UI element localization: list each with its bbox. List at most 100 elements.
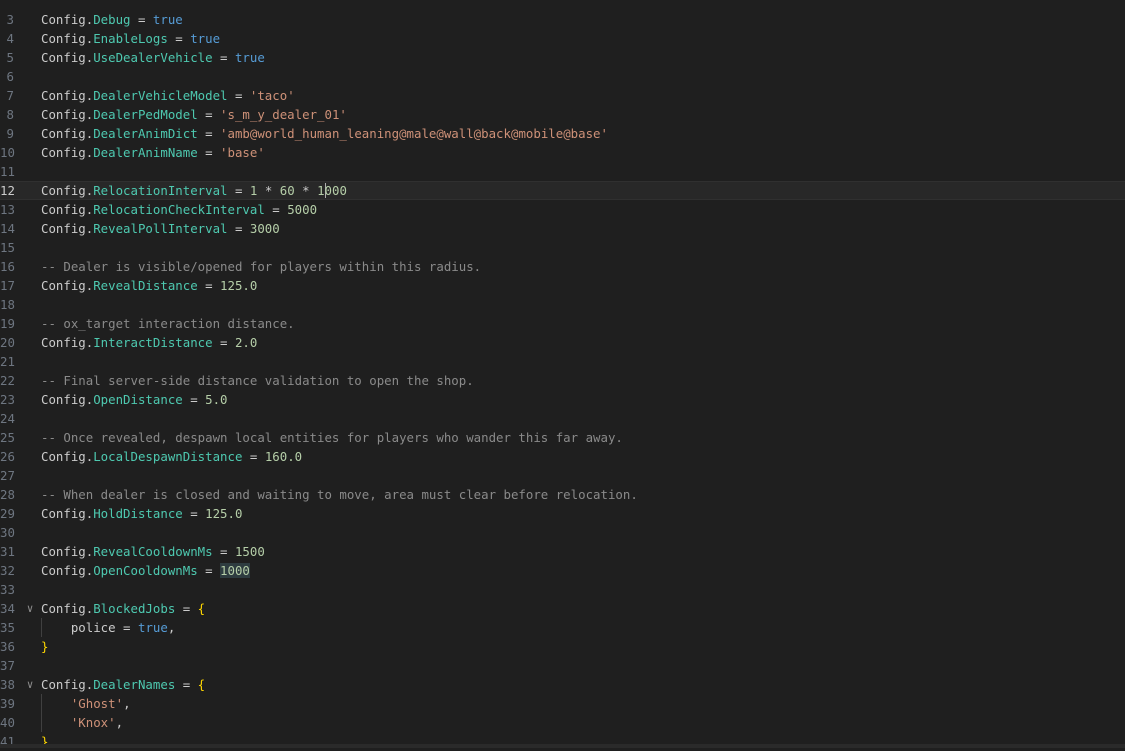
code-line[interactable]: 11 bbox=[0, 162, 1125, 181]
code-line[interactable]: 32 Config.OpenCooldownMs = 1000 bbox=[0, 561, 1125, 580]
code-line[interactable]: 15 bbox=[0, 238, 1125, 257]
code-token: Config. bbox=[41, 677, 94, 692]
code-token: InteractDistance bbox=[93, 335, 213, 350]
code-token: -- Final server-side distance validation… bbox=[41, 373, 474, 388]
code-line[interactable]: 4 Config.EnableLogs = true bbox=[0, 29, 1125, 48]
code-token: Config. bbox=[41, 183, 94, 198]
code-text: Config.RelocationCheckInterval = 5000 bbox=[41, 200, 317, 219]
line-number: 12 bbox=[0, 183, 15, 198]
code-line[interactable]: 3 Config.Debug = true bbox=[0, 10, 1125, 29]
code-token: = bbox=[167, 31, 191, 46]
code-token: Config. bbox=[41, 31, 94, 46]
code-line[interactable]: 28 -- When dealer is closed and waiting t… bbox=[0, 485, 1125, 504]
code-text: Config.LocalDespawnDistance = 160.0 bbox=[41, 447, 302, 466]
line-number: 11 bbox=[0, 164, 15, 179]
line-number: 37 bbox=[0, 658, 15, 673]
code-line[interactable]: 12 Config.RelocationInterval = 1 * 60 * 1… bbox=[0, 181, 1125, 200]
code-line[interactable]: 35 police = true, bbox=[0, 618, 1125, 637]
code-text: Config.InteractDistance = 2.0 bbox=[41, 333, 257, 352]
code-line[interactable]: 13 Config.RelocationCheckInterval = 5000 bbox=[0, 200, 1125, 219]
code-token: EnableLogs bbox=[93, 31, 168, 46]
code-token: , bbox=[115, 715, 124, 730]
code-token: RevealDistance bbox=[93, 278, 198, 293]
line-number: 21 bbox=[0, 354, 15, 369]
code-token: OpenCooldownMs bbox=[93, 563, 198, 578]
code-line[interactable]: 24 bbox=[0, 409, 1125, 428]
code-line[interactable]: 10 Config.DealerAnimName = 'base' bbox=[0, 143, 1125, 162]
line-number: 14 bbox=[0, 221, 15, 236]
code-line[interactable]: 7 Config.DealerVehicleModel = 'taco' bbox=[0, 86, 1125, 105]
code-line[interactable]: 21 bbox=[0, 352, 1125, 371]
code-token: * bbox=[294, 183, 318, 198]
code-token: 'base' bbox=[220, 145, 265, 160]
code-line[interactable]: 20 Config.InteractDistance = 2.0 bbox=[0, 333, 1125, 352]
code-text: Config.RevealDistance = 125.0 bbox=[41, 276, 257, 295]
code-line[interactable]: 41} bbox=[0, 732, 1125, 751]
code-text: -- Dealer is visible/opened for players … bbox=[41, 257, 481, 276]
code-line[interactable]: 25 -- Once revealed, despawn local entiti… bbox=[0, 428, 1125, 447]
code-token: Config. bbox=[41, 335, 94, 350]
code-token: Config. bbox=[41, 392, 94, 407]
code-token: DealerAnimDict bbox=[93, 126, 198, 141]
code-token: DealerPedModel bbox=[93, 107, 198, 122]
code-text: Config.DealerNames = { bbox=[41, 675, 205, 694]
code-token: BlockedJobs bbox=[93, 601, 176, 616]
code-line[interactable]: 39 'Ghost', bbox=[0, 694, 1125, 713]
horizontal-scrollbar[interactable] bbox=[0, 744, 1125, 748]
code-line[interactable]: 6 bbox=[0, 67, 1125, 86]
fold-chevron-icon[interactable]: ∨ bbox=[24, 675, 36, 694]
code-line[interactable]: 31 Config.RevealCooldownMs = 1500 bbox=[0, 542, 1125, 561]
code-token: 160.0 bbox=[264, 449, 303, 464]
code-line[interactable]: 23 Config.OpenDistance = 5.0 bbox=[0, 390, 1125, 409]
code-token: -- When dealer is closed and waiting to … bbox=[41, 487, 638, 502]
code-line[interactable]: 14 Config.RevealPollInterval = 3000 bbox=[0, 219, 1125, 238]
code-line[interactable]: 30 bbox=[0, 523, 1125, 542]
code-token: = bbox=[130, 12, 153, 27]
line-number: 23 bbox=[0, 392, 15, 407]
code-line[interactable]: 5 Config.UseDealerVehicle = true bbox=[0, 48, 1125, 67]
code-token: = bbox=[242, 449, 265, 464]
code-line[interactable]: 33 bbox=[0, 580, 1125, 599]
code-line[interactable]: 26 Config.LocalDespawnDistance = 160.0 bbox=[0, 447, 1125, 466]
code-line[interactable]: 19 -- ox_target interaction distance. bbox=[0, 314, 1125, 333]
code-line[interactable]: 27 bbox=[0, 466, 1125, 485]
line-number: 22 bbox=[0, 373, 15, 388]
code-line[interactable]: 36} bbox=[0, 637, 1125, 656]
code-token: UseDealerVehicle bbox=[93, 50, 213, 65]
line-number: 5 bbox=[6, 50, 14, 65]
line-number: 34 bbox=[0, 601, 15, 616]
code-token: Config. bbox=[41, 145, 94, 160]
code-line[interactable]: 37 bbox=[0, 656, 1125, 675]
code-line[interactable]: 8 Config.DealerPedModel = 's_m_y_dealer_0… bbox=[0, 105, 1125, 124]
code-token: -- ox_target interaction distance. bbox=[41, 316, 295, 331]
code-line[interactable]: 40 'Knox', bbox=[0, 713, 1125, 732]
code-token: Config. bbox=[41, 221, 94, 236]
code-text: Config.Debug = true bbox=[41, 10, 183, 29]
code-line[interactable]: 17 Config.RevealDistance = 125.0 bbox=[0, 276, 1125, 295]
code-token: 125.0 bbox=[205, 506, 243, 521]
code-token: = bbox=[182, 506, 206, 521]
line-number: 36 bbox=[0, 639, 15, 654]
code-line[interactable]: 38 ∨ Config.DealerNames = { bbox=[0, 675, 1125, 694]
code-line[interactable]: 29 Config.HoldDistance = 125.0 bbox=[0, 504, 1125, 523]
code-token: Config. bbox=[41, 601, 94, 616]
line-number: 40 bbox=[0, 715, 15, 730]
code-token: = bbox=[197, 107, 221, 122]
code-line[interactable]: 16 -- Dealer is visible/opened for player… bbox=[0, 257, 1125, 276]
code-line[interactable]: 9 Config.DealerAnimDict = 'amb@world_huma… bbox=[0, 124, 1125, 143]
code-line[interactable]: 18 bbox=[0, 295, 1125, 314]
line-number: 25 bbox=[0, 430, 15, 445]
code-line[interactable]: 34 ∨ Config.BlockedJobs = { bbox=[0, 599, 1125, 618]
code-token: = bbox=[197, 126, 221, 141]
code-token: 's_m_y_dealer_01' bbox=[220, 107, 347, 122]
code-token: DealerAnimName bbox=[93, 145, 198, 160]
line-number: 17 bbox=[0, 278, 15, 293]
line-number: 20 bbox=[0, 335, 15, 350]
code-editor[interactable]: 3 Config.Debug = true 4 Config.EnableLogs =… bbox=[0, 0, 1125, 751]
code-line[interactable]: 22 -- Final server-side distance validati… bbox=[0, 371, 1125, 390]
fold-chevron-icon[interactable]: ∨ bbox=[24, 599, 36, 618]
code-text: -- Final server-side distance validation… bbox=[41, 371, 474, 390]
code-token: Config. bbox=[41, 126, 94, 141]
